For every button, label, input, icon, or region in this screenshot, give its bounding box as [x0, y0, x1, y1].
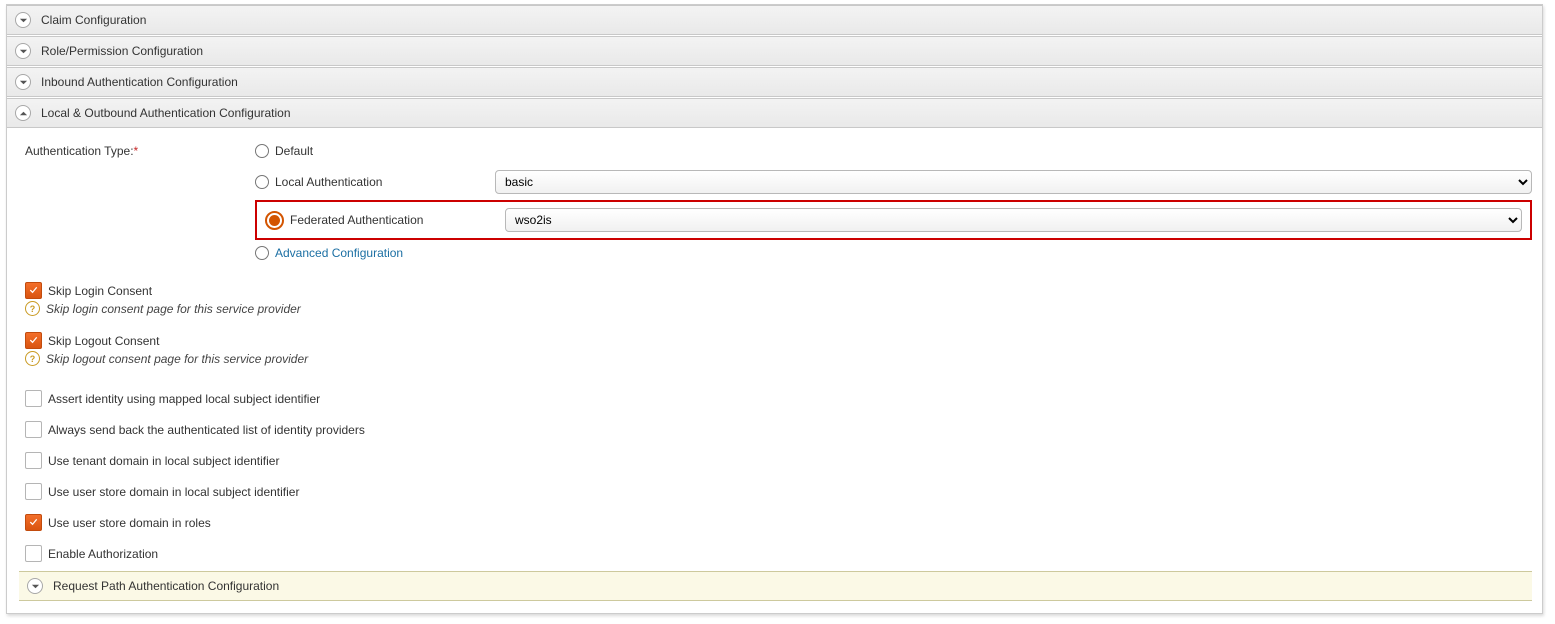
section-claim-config[interactable]: Claim Configuration [7, 5, 1542, 35]
checkbox-icon[interactable] [25, 421, 42, 438]
section-local-outbound-auth[interactable]: Local & Outbound Authentication Configur… [7, 98, 1542, 128]
chevron-down-icon [15, 12, 31, 28]
section-role-permission[interactable]: Role/Permission Configuration [7, 36, 1542, 66]
section-title: Request Path Authentication Configuratio… [53, 579, 279, 593]
checkbox-label: Enable Authorization [48, 547, 158, 561]
checkbox-checked-icon[interactable] [25, 282, 42, 299]
checkbox-checked-icon[interactable] [25, 514, 42, 531]
section-title: Inbound Authentication Configuration [41, 75, 238, 89]
federated-highlight-box: Federated Authentication wso2is [255, 200, 1532, 240]
hint-text: Skip login consent page for this service… [46, 302, 301, 316]
auth-option-advanced[interactable]: Advanced Configuration [255, 246, 495, 260]
local-auth-select[interactable]: basic [495, 170, 1532, 194]
checkbox-label: Skip Login Consent [48, 284, 152, 298]
help-icon[interactable]: ? [25, 301, 40, 316]
checkbox-icon[interactable] [25, 452, 42, 469]
assert-identity-row[interactable]: Assert identity using mapped local subje… [25, 390, 1532, 407]
auth-option-local[interactable]: Local Authentication [255, 175, 495, 189]
checkbox-icon[interactable] [25, 545, 42, 562]
checkbox-label: Always send back the authenticated list … [48, 423, 365, 437]
auth-type-label: Authentication Type: [25, 144, 134, 158]
auth-option-default[interactable]: Default [255, 144, 495, 158]
use-tenant-row[interactable]: Use tenant domain in local subject ident… [25, 452, 1532, 469]
skip-logout-consent-row[interactable]: Skip Logout Consent [25, 332, 1532, 349]
checkbox-icon[interactable] [25, 483, 42, 500]
use-userstore-roles-row[interactable]: Use user store domain in roles [25, 514, 1532, 531]
radio-label: Default [275, 144, 313, 158]
hint-text: Skip logout consent page for this servic… [46, 352, 308, 366]
chevron-down-icon [15, 43, 31, 59]
radio-advanced[interactable] [255, 246, 269, 260]
checkbox-label: Use user store domain in roles [48, 516, 211, 530]
section-request-path-auth[interactable]: Request Path Authentication Configuratio… [19, 571, 1532, 601]
use-userstore-subject-row[interactable]: Use user store domain in local subject i… [25, 483, 1532, 500]
section-title: Local & Outbound Authentication Configur… [41, 106, 291, 120]
checkbox-label: Use tenant domain in local subject ident… [48, 454, 279, 468]
checkbox-label: Use user store domain in local subject i… [48, 485, 299, 499]
skip-login-consent-row[interactable]: Skip Login Consent [25, 282, 1532, 299]
radio-federated-checked-icon[interactable] [265, 211, 284, 230]
chevron-down-icon [27, 578, 43, 594]
section-title: Claim Configuration [41, 13, 146, 27]
checkbox-icon[interactable] [25, 390, 42, 407]
local-outbound-content: Authentication Type:* Default Local Auth… [7, 128, 1542, 613]
radio-label: Local Authentication [275, 175, 382, 189]
checkbox-label: Skip Logout Consent [48, 334, 159, 348]
config-panel: Claim Configuration Role/Permission Conf… [6, 4, 1543, 614]
radio-default[interactable] [255, 144, 269, 158]
chevron-down-icon [15, 74, 31, 90]
checkbox-checked-icon[interactable] [25, 332, 42, 349]
section-title: Role/Permission Configuration [41, 44, 203, 58]
chevron-up-icon [15, 105, 31, 121]
federated-auth-select[interactable]: wso2is [505, 208, 1522, 232]
advanced-config-link[interactable]: Advanced Configuration [275, 246, 403, 260]
section-inbound-auth[interactable]: Inbound Authentication Configuration [7, 67, 1542, 97]
auth-option-federated[interactable]: Federated Authentication [265, 211, 505, 230]
always-send-row[interactable]: Always send back the authenticated list … [25, 421, 1532, 438]
radio-local[interactable] [255, 175, 269, 189]
radio-label: Federated Authentication [290, 213, 423, 227]
help-icon[interactable]: ? [25, 351, 40, 366]
enable-authorization-row[interactable]: Enable Authorization [25, 545, 1532, 562]
required-asterisk: * [134, 144, 139, 158]
checkbox-label: Assert identity using mapped local subje… [48, 392, 320, 406]
